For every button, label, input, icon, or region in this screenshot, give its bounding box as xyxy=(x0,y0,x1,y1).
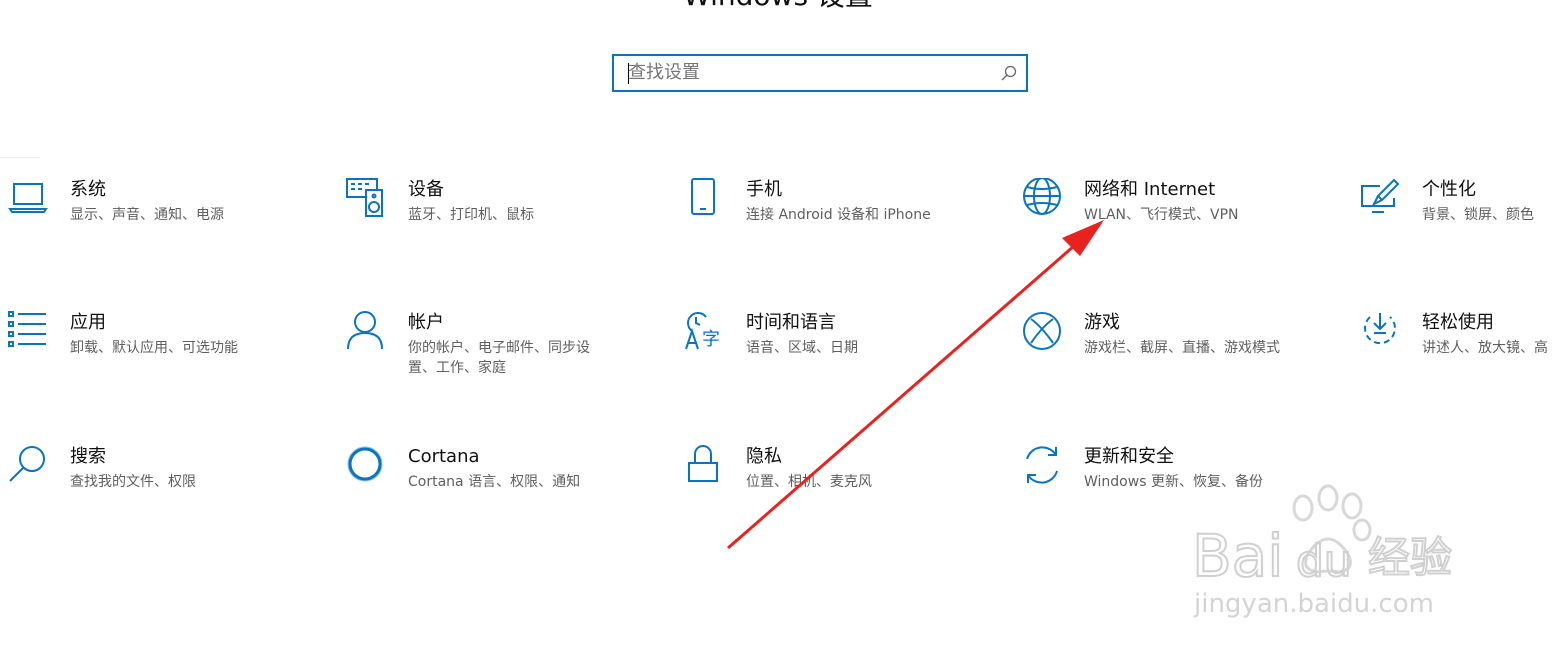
phone-icon xyxy=(684,178,724,218)
tile-ease-of-access[interactable]: 轻松使用 讲述人、放大镜、高 xyxy=(1360,311,1556,411)
tile-title: 游戏 xyxy=(1084,312,1120,333)
tile-description: 位置、相机、麦克风 xyxy=(746,474,872,490)
tile-description: 蓝牙、打印机、鼠标 xyxy=(408,207,534,223)
search-icon xyxy=(8,445,48,485)
devices-icon xyxy=(346,178,386,218)
search-box[interactable] xyxy=(612,54,1028,92)
tile-devices[interactable]: 设备 蓝牙、打印机、鼠标 xyxy=(346,178,666,278)
tile-description: 查找我的文件、权限 xyxy=(70,474,196,490)
tile-title: 隐私 xyxy=(746,446,782,467)
tile-personalization[interactable]: 个性化 背景、锁屏、颜色 xyxy=(1360,178,1556,278)
lock-icon xyxy=(684,445,724,485)
tile-title: 帐户 xyxy=(408,312,444,333)
tile-network[interactable]: 网络和 Internet WLAN、飞行模式、VPN xyxy=(1022,177,1342,278)
tile-title: 网络和 Internet xyxy=(1084,179,1216,200)
tile-description: 你的帐户、电子邮件、同步设置、工作、家庭 xyxy=(408,340,590,376)
tile-title: 更新和安全 xyxy=(1084,446,1174,467)
tile-title: 轻松使用 xyxy=(1422,312,1494,333)
tile-time-language[interactable]: 字 时间和语言 语音、区域、日期 xyxy=(684,311,1004,411)
page-title: Windows 设置 xyxy=(0,0,1556,14)
svg-text:Bai: Bai xyxy=(1192,522,1283,590)
tile-title: 手机 xyxy=(746,179,782,200)
tile-privacy[interactable]: 隐私 位置、相机、麦克风 xyxy=(684,445,1004,545)
tile-gaming[interactable]: 游戏 游戏栏、截屏、直播、游戏模式 xyxy=(1022,311,1342,411)
tile-description: Cortana 语言、权限、通知 xyxy=(408,474,581,490)
svg-text:经验: 经验 xyxy=(1368,533,1452,582)
tile-description: 讲述人、放大镜、高 xyxy=(1422,340,1548,356)
tile-phone[interactable]: 手机 连接 Android 设备和 iPhone xyxy=(684,178,1004,278)
tile-accounts[interactable]: 帐户 你的帐户、电子邮件、同步设置、工作、家庭 xyxy=(346,311,666,411)
svg-text:du: du xyxy=(1296,536,1352,587)
tile-description: 语音、区域、日期 xyxy=(746,340,858,356)
tile-title: 个性化 xyxy=(1422,179,1476,200)
tile-description: 背景、锁屏、颜色 xyxy=(1422,207,1534,223)
apps-list-icon xyxy=(8,311,48,351)
search-icon[interactable] xyxy=(1000,64,1018,82)
search-input[interactable] xyxy=(628,56,992,90)
tile-description: 显示、声音、通知、电源 xyxy=(70,207,224,223)
time-language-icon: 字 xyxy=(684,311,724,351)
laptop-icon xyxy=(8,178,48,218)
tile-title: Cortana xyxy=(408,446,480,467)
personalize-icon xyxy=(1360,178,1400,218)
tile-apps[interactable]: 应用 卸载、默认应用、可选功能 xyxy=(8,311,328,411)
tile-description: WLAN、飞行模式、VPN xyxy=(1084,207,1239,223)
tile-title: 应用 xyxy=(70,312,106,333)
person-icon xyxy=(346,311,386,351)
tile-title: 时间和语言 xyxy=(746,312,836,333)
globe-icon xyxy=(1022,177,1062,218)
xbox-icon xyxy=(1022,311,1062,351)
svg-text:字: 字 xyxy=(702,329,720,350)
tile-description: 游戏栏、截屏、直播、游戏模式 xyxy=(1084,340,1280,356)
ease-of-access-icon xyxy=(1360,311,1400,351)
watermark-url: jingyan.baidu.com xyxy=(1193,589,1434,619)
tile-description: 连接 Android 设备和 iPhone xyxy=(746,207,931,223)
tile-title: 搜索 xyxy=(70,446,106,467)
cortana-icon xyxy=(346,445,386,485)
tile-title: 设备 xyxy=(408,179,444,200)
tile-description: 卸载、默认应用、可选功能 xyxy=(70,340,238,356)
divider xyxy=(0,157,40,158)
tile-system[interactable]: 系统 显示、声音、通知、电源 xyxy=(8,178,328,278)
settings-window: Windows 设置 系统 显示、声音、通知、电源 xyxy=(0,0,1556,654)
text-caret xyxy=(628,63,629,84)
tile-search[interactable]: 搜索 查找我的文件、权限 xyxy=(8,445,328,545)
tile-title: 系统 xyxy=(70,179,106,200)
baidu-watermark: Bai du 经验 jingyan.baidu.com xyxy=(1191,484,1453,619)
tile-cortana[interactable]: Cortana Cortana 语言、权限、通知 xyxy=(346,445,666,545)
sync-icon xyxy=(1022,445,1062,485)
